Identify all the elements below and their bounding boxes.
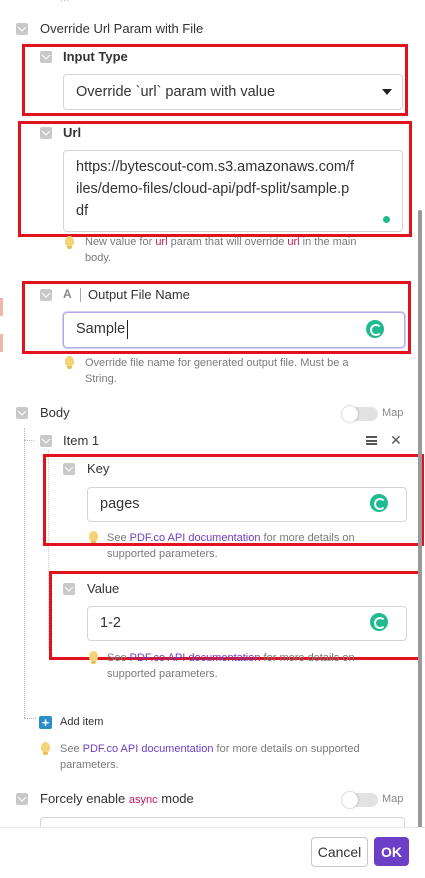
async-map-label: Map	[382, 793, 404, 805]
key-input[interactable]: pages	[87, 487, 407, 522]
body-label: Body	[40, 405, 70, 420]
truncated-top-label: ...	[60, 0, 69, 4]
left-edge-marker	[0, 298, 3, 316]
add-item-plus-icon[interactable]: +	[39, 716, 52, 729]
resize-dot-icon	[383, 216, 390, 223]
url-checkbox-icon[interactable]	[40, 127, 52, 139]
key-connector-line	[48, 450, 49, 650]
url-value-line-3: df	[76, 203, 89, 219]
key-label: Key	[87, 461, 110, 476]
async-map-toggle[interactable]	[342, 792, 378, 808]
url-value-line-1: https://bytescout-com.s3.amazonaws.com/f	[76, 159, 355, 175]
output-file-name-hint: Override file name for generated output …	[85, 357, 349, 385]
text-type-icon: A	[63, 287, 72, 301]
input-type-label: Input Type	[63, 49, 128, 64]
item-1-label: Item 1	[63, 433, 100, 448]
async-checkbox-icon[interactable]	[16, 793, 28, 805]
scrollbar-thumb[interactable]	[418, 210, 422, 830]
async-label: Forcely enable async mode	[40, 791, 194, 806]
value-label: Value	[87, 581, 120, 596]
output-file-name-checkbox-icon[interactable]	[40, 289, 52, 301]
output-file-name-hint-bulb-icon	[65, 356, 74, 369]
grammarly-icon[interactable]	[370, 494, 388, 512]
body-hint-bulb-icon	[41, 742, 50, 755]
body-hint: See PDF.co API documentation for more de…	[60, 743, 360, 771]
url-textarea[interactable]: https://bytescout-com.s3.amazonaws.com/f…	[63, 150, 403, 232]
value-checkbox-icon[interactable]	[63, 583, 75, 595]
key-checkbox-icon[interactable]	[63, 463, 75, 475]
output-file-name-label: Output File Name	[88, 287, 190, 302]
tree-connector-line	[24, 428, 25, 718]
left-edge-marker-2	[0, 334, 3, 352]
override-section-checkbox-icon[interactable]	[16, 23, 28, 35]
remove-item-icon[interactable]: ✕	[390, 432, 402, 449]
text-cursor	[127, 320, 128, 339]
body-map-label: Map	[382, 407, 404, 419]
url-value-line-2: iles/demo-files/cloud-api/pdf-split/samp…	[76, 181, 350, 197]
cancel-button[interactable]: Cancel	[311, 837, 368, 867]
item-connector-line	[24, 440, 34, 441]
label-divider	[80, 288, 81, 302]
input-type-checkbox-icon[interactable]	[40, 51, 52, 63]
add-item-button[interactable]: Add item	[60, 716, 103, 728]
grammarly-icon[interactable]	[366, 320, 384, 338]
item-1-checkbox-icon[interactable]	[40, 435, 52, 447]
key-value: pages	[100, 496, 140, 512]
value-hint: See PDF.co API documentation for more de…	[107, 652, 355, 680]
body-map-toggle[interactable]	[342, 406, 378, 422]
chevron-down-icon	[382, 89, 392, 95]
ok-button[interactable]: OK	[374, 837, 409, 866]
grammarly-icon[interactable]	[370, 613, 388, 631]
output-file-name-value: Sample	[76, 321, 126, 337]
input-type-select[interactable]: Override `url` param with value	[63, 74, 403, 110]
reorder-handle-icon[interactable]	[366, 436, 377, 445]
key-hint: See PDF.co API documentation for more de…	[107, 532, 355, 560]
value-hint-bulb-icon	[89, 651, 98, 664]
tree-connector-line-2	[24, 718, 36, 719]
key-hint-bulb-icon	[89, 531, 98, 544]
url-hint-bulb-icon	[65, 236, 74, 249]
output-file-name-input[interactable]: Sample	[63, 312, 405, 348]
input-type-selected-value: Override `url` param with value	[76, 84, 276, 100]
override-section-label: Override Url Param with File	[40, 21, 204, 36]
url-label: Url	[63, 125, 82, 140]
body-checkbox-icon[interactable]	[16, 407, 28, 419]
value-value: 1-2	[100, 615, 121, 631]
url-hint: New value for url param that will overri…	[85, 236, 357, 264]
value-input[interactable]: 1-2	[87, 606, 407, 641]
